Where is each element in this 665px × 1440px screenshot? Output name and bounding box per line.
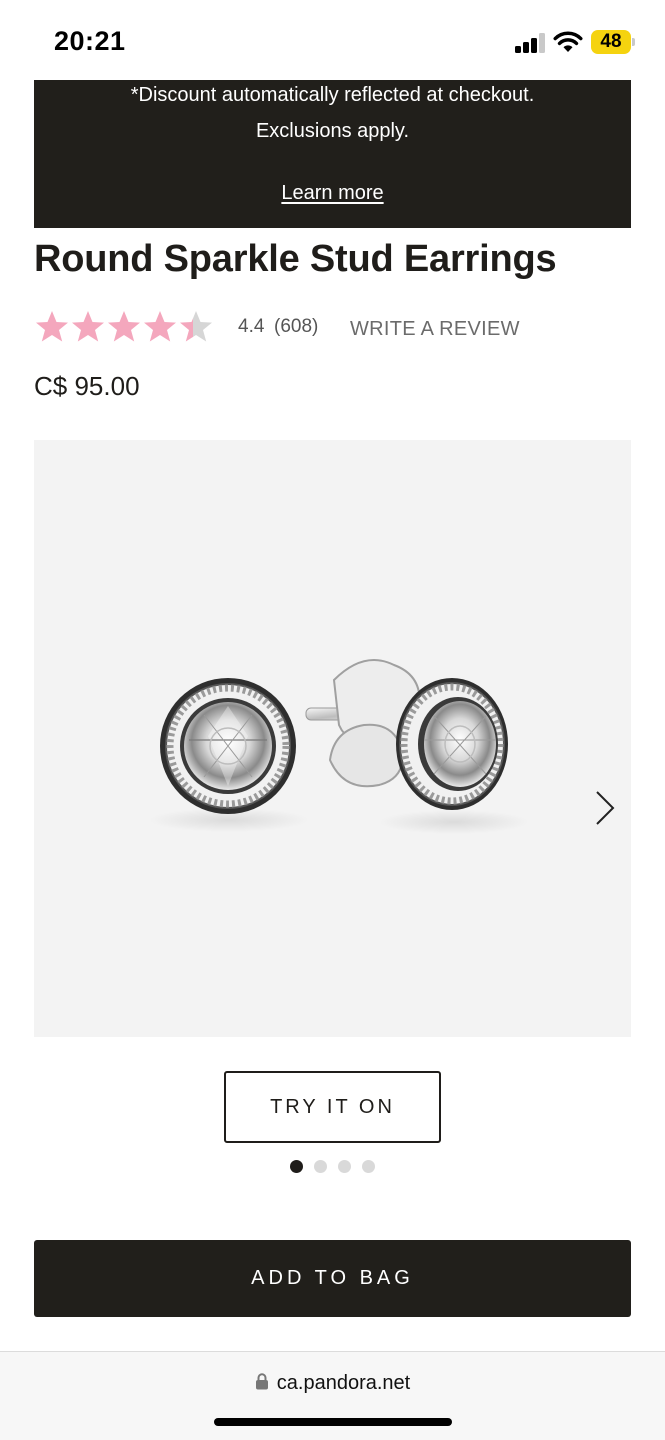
lock-icon — [255, 1373, 268, 1390]
star-icon — [180, 311, 212, 342]
promo-text-line2: Exclusions apply. — [255, 120, 410, 142]
star-icon — [108, 311, 140, 342]
star-icon — [36, 311, 68, 342]
promo-banner: *Discount automatically reflected at che… — [34, 80, 631, 228]
add-to-bag-button[interactable]: ADD TO BAG — [34, 1240, 631, 1317]
next-image-arrow-icon[interactable] — [592, 788, 618, 828]
star-icon — [144, 311, 176, 342]
carousel-dot[interactable] — [290, 1160, 303, 1173]
battery-level: 48 — [600, 31, 622, 52]
status-bar: 20:21 48 — [0, 0, 665, 80]
carousel-dots — [290, 1160, 386, 1174]
write-review-link[interactable]: WRITE A REVIEW — [350, 318, 520, 341]
learn-more-link[interactable]: Learn more — [281, 182, 383, 204]
rating-stars[interactable] — [34, 309, 214, 347]
url-text[interactable]: ca.pandora.net — [277, 1372, 410, 1394]
signal-icon — [515, 33, 547, 53]
product-image-carousel[interactable] — [34, 440, 631, 1037]
carousel-dot[interactable] — [314, 1160, 327, 1173]
home-indicator[interactable] — [214, 1418, 452, 1426]
review-count[interactable]: (608) — [274, 316, 318, 338]
try-it-on-button[interactable]: TRY IT ON — [224, 1071, 441, 1143]
promo-text-line1: *Discount automatically reflected at che… — [130, 84, 535, 106]
product-title: Round Sparkle Stud Earrings — [34, 238, 557, 280]
battery-icon: 48 — [591, 30, 635, 54]
carousel-dot[interactable] — [362, 1160, 375, 1173]
status-time: 20:21 — [54, 26, 126, 56]
carousel-dot[interactable] — [338, 1160, 351, 1173]
browser-address-bar[interactable]: ca.pandora.net — [0, 1351, 665, 1440]
star-icon — [72, 311, 104, 342]
rating-value: 4.4 — [238, 316, 265, 337]
product-price: C$ 95.00 — [34, 371, 140, 401]
wifi-icon — [553, 31, 583, 52]
earrings-image — [149, 659, 529, 834]
